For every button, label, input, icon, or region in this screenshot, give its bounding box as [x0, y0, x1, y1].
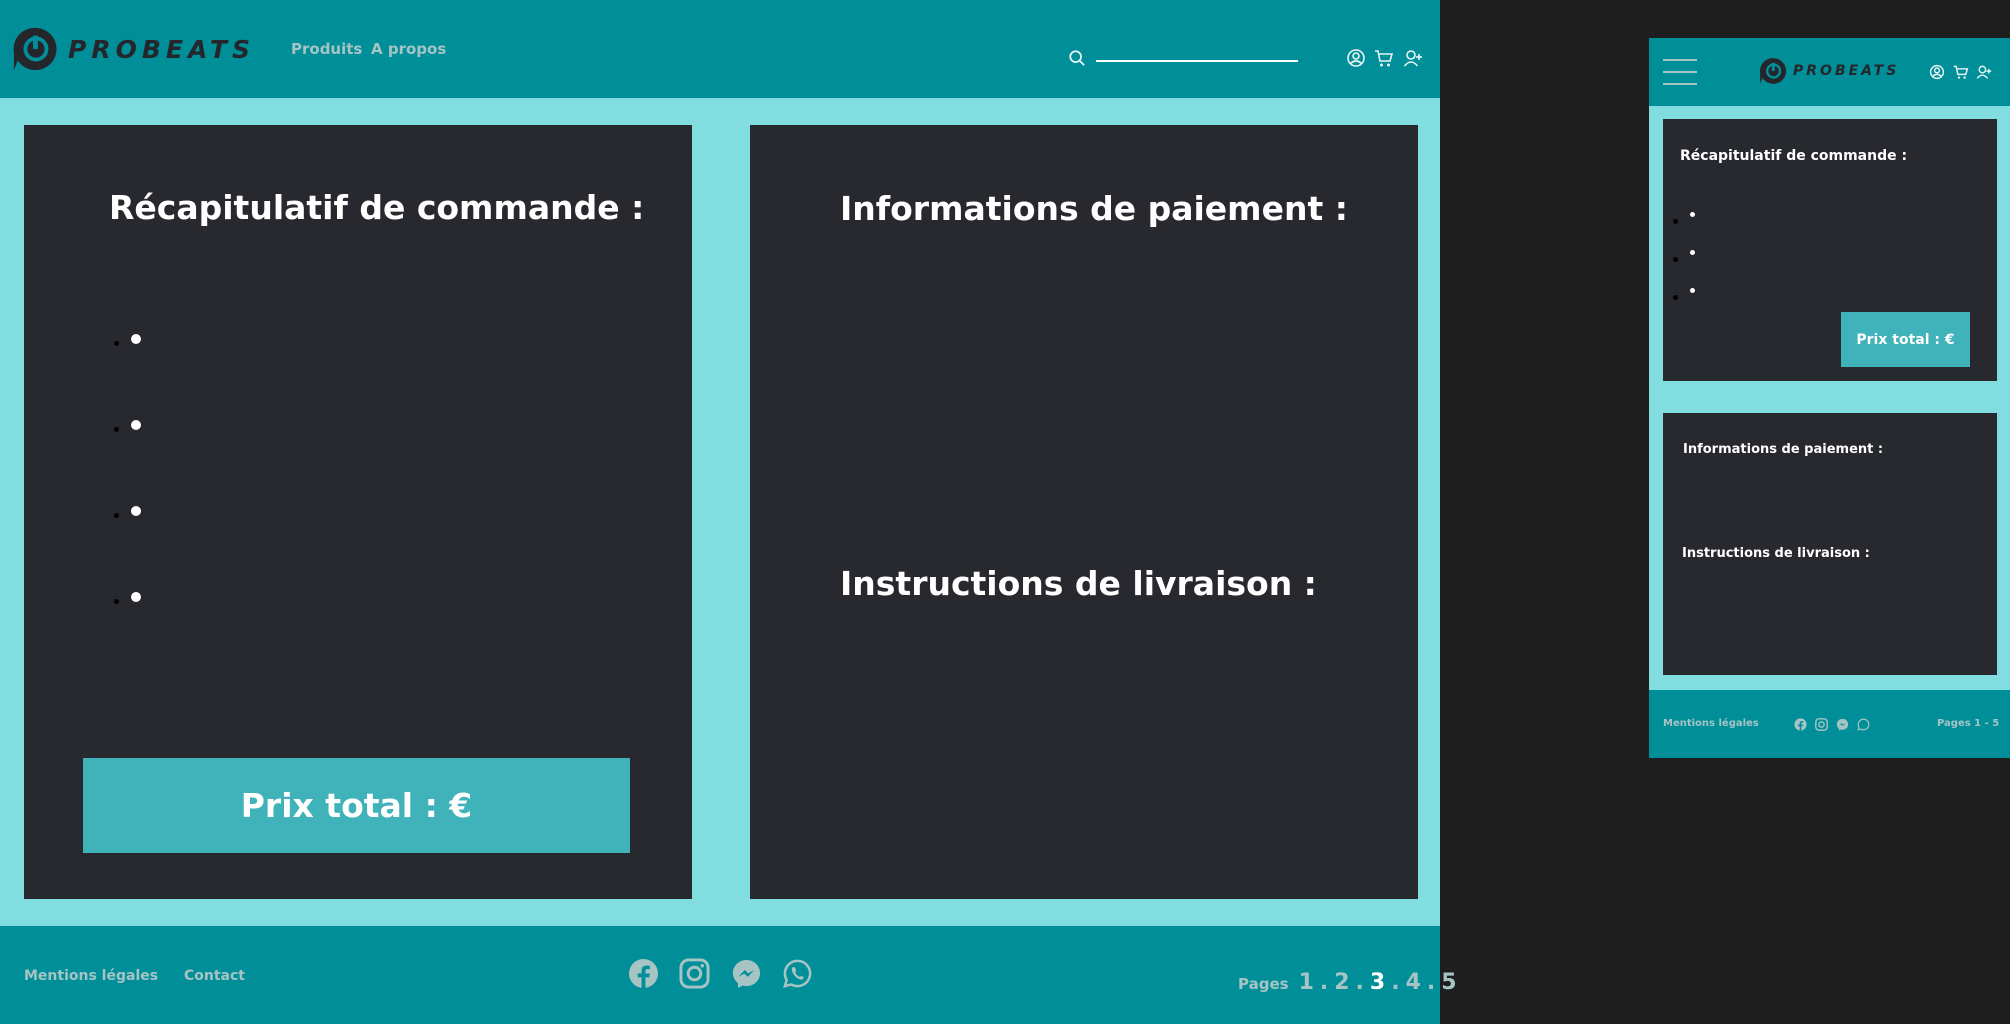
- instagram-icon[interactable]: [679, 958, 710, 989]
- search-icon[interactable]: [1068, 49, 1086, 67]
- pagination: Pages 1. 2. 3. 4. 5: [1238, 970, 1457, 995]
- messenger-icon[interactable]: [1836, 718, 1849, 731]
- list-item: [1690, 212, 1695, 217]
- logo-mark-icon: [1759, 58, 1787, 84]
- list-item: [131, 420, 141, 430]
- delivery-instructions-title: Instructions de livraison :: [840, 564, 1317, 603]
- search-input[interactable]: [1096, 60, 1298, 62]
- page-link-4[interactable]: 4: [1406, 970, 1421, 995]
- header: PROBEATS Produits A propos: [0, 0, 1440, 98]
- payment-panel: Informations de paiement : Instructions …: [750, 125, 1418, 899]
- legal-link[interactable]: Mentions légales: [24, 968, 158, 984]
- order-summary-panel: Récapitulatif de commande : Prix total :…: [24, 125, 692, 899]
- mobile-header: PROBEATS: [1649, 38, 2010, 106]
- mobile-legal-link[interactable]: Mentions légales: [1663, 718, 1759, 729]
- user-add-icon[interactable]: [1976, 64, 1992, 80]
- facebook-icon[interactable]: [1794, 718, 1807, 731]
- mobile-brand-name: PROBEATS: [1793, 63, 1900, 79]
- page-link-3[interactable]: 3: [1370, 970, 1385, 995]
- footer: Mentions légales Contact Pages 1. 2. 3. …: [0, 926, 1457, 1024]
- mobile-pagination-text[interactable]: Pages 1 - 5: [1937, 718, 1999, 729]
- cart-icon[interactable]: [1953, 64, 1969, 80]
- logo-mark-icon: [13, 27, 57, 71]
- total-price-button[interactable]: Prix total : €: [83, 758, 630, 853]
- brand-logo[interactable]: PROBEATS: [12, 26, 255, 72]
- list-item: [131, 334, 141, 344]
- list-item: [1690, 250, 1695, 255]
- payment-info-title: Informations de paiement :: [840, 189, 1348, 228]
- page-link-2[interactable]: 2: [1334, 970, 1349, 995]
- mobile-footer: Mentions légales Pages 1 - 5: [1649, 690, 2010, 758]
- list-item: [131, 592, 141, 602]
- order-summary-title: Récapitulatif de commande :: [109, 188, 645, 227]
- mobile-payment-panel: Informations de paiement : Instructions …: [1663, 413, 1997, 675]
- nav-about[interactable]: A propos: [371, 40, 446, 58]
- user-add-icon[interactable]: [1403, 48, 1423, 68]
- whatsapp-icon[interactable]: [782, 958, 813, 989]
- mobile-order-summary-title: Récapitulatif de commande :: [1680, 148, 1908, 164]
- list-item: [131, 506, 141, 516]
- mobile-page: PROBEATS Récapitulatif de commande : Pri…: [1649, 38, 2010, 758]
- page-link-1[interactable]: 1: [1299, 970, 1314, 995]
- pages-label: Pages: [1238, 975, 1289, 993]
- contact-link[interactable]: Contact: [184, 968, 245, 984]
- brand-name: PROBEATS: [68, 34, 255, 64]
- hamburger-menu-icon[interactable]: [1663, 59, 1697, 85]
- user-circle-icon[interactable]: [1929, 64, 1945, 80]
- mobile-delivery-instructions-title: Instructions de livraison :: [1682, 546, 1870, 561]
- facebook-icon[interactable]: [628, 958, 659, 989]
- list-item: [1690, 288, 1695, 293]
- mobile-payment-info-title: Informations de paiement :: [1683, 442, 1884, 457]
- nav-products[interactable]: Produits: [291, 40, 362, 58]
- whatsapp-icon[interactable]: [1857, 718, 1870, 731]
- instagram-icon[interactable]: [1815, 718, 1828, 731]
- desktop-page: PROBEATS Produits A propos Récapitulatif…: [0, 0, 1457, 1024]
- mobile-brand-logo[interactable]: PROBEATS: [1759, 57, 1899, 85]
- cart-icon[interactable]: [1374, 48, 1394, 68]
- mobile-order-summary-panel: Récapitulatif de commande : Prix total :…: [1663, 119, 1997, 381]
- mobile-total-price-button[interactable]: Prix total : €: [1841, 312, 1970, 367]
- page-link-5[interactable]: 5: [1441, 970, 1456, 995]
- user-circle-icon[interactable]: [1346, 48, 1366, 68]
- messenger-icon[interactable]: [731, 958, 762, 989]
